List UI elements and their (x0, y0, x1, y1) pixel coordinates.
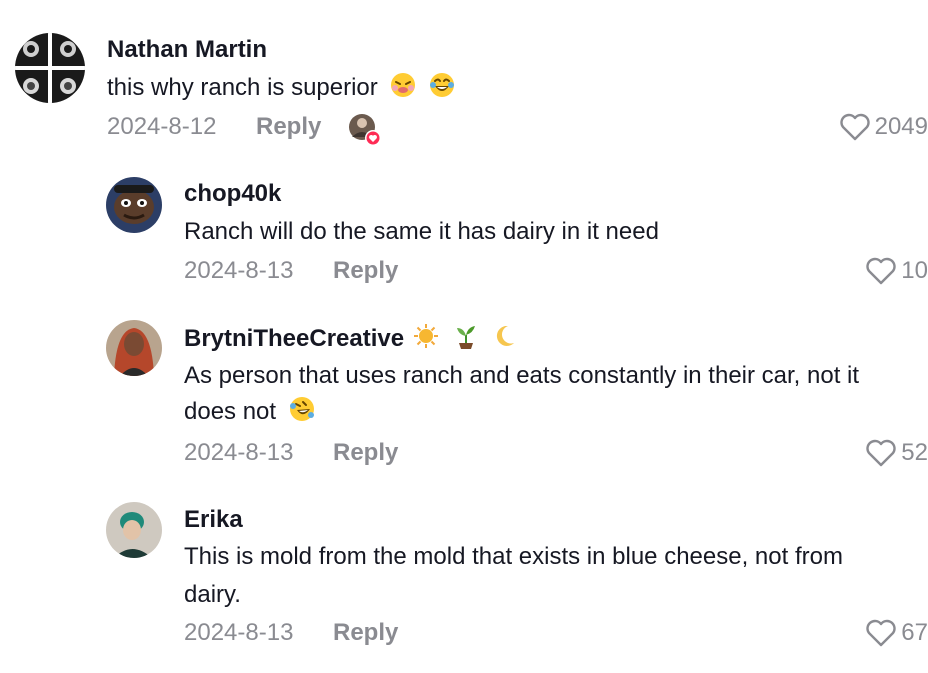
comment-date: 2024-8-12 (107, 113, 217, 140)
avatar[interactable] (106, 502, 162, 558)
like-count: 52 (901, 439, 928, 466)
heart-icon (865, 439, 897, 467)
heart-icon (865, 257, 897, 285)
avatar[interactable] (106, 177, 162, 233)
tired-face-emoji (390, 72, 416, 109)
like-button[interactable]: 2049 (839, 112, 928, 142)
comment-text-body: this why ranch is superior (107, 74, 378, 101)
username[interactable]: Erika (184, 505, 243, 535)
heart-icon (839, 113, 871, 141)
avatar[interactable] (15, 33, 85, 103)
like-button[interactable]: 52 (865, 438, 928, 468)
username[interactable]: Nathan Martin (107, 35, 267, 65)
comment-text-line: dairy. (184, 581, 241, 608)
username[interactable]: chop40k (184, 179, 281, 209)
comment-text: This is mold from the mold that exists i… (184, 538, 928, 614)
comment-text: this why ranch is superior (107, 70, 455, 109)
like-count: 2049 (874, 113, 928, 140)
comment-date: 2024-8-13 (184, 439, 294, 466)
sun-emoji (413, 323, 439, 357)
avatar[interactable] (106, 320, 162, 376)
heart-icon (865, 619, 897, 647)
crescent-moon-emoji (494, 323, 520, 357)
comment-text-line: As person that uses ranch and eats const… (184, 362, 860, 389)
reply-button[interactable]: Reply (333, 438, 398, 468)
like-count: 10 (901, 257, 928, 284)
like-button[interactable]: 10 (865, 256, 928, 286)
comment-date: 2024-8-13 (184, 257, 294, 284)
laughing-emoji (429, 72, 455, 109)
like-count: 67 (901, 619, 928, 646)
reply-button[interactable]: Reply (333, 256, 398, 286)
comment-text: Ranch will do the same it has dairy in i… (184, 218, 659, 245)
comment-text-line: This is mold from the mold that exists i… (184, 543, 843, 570)
seedling-emoji (453, 323, 479, 357)
rofl-emoji (289, 396, 315, 433)
creator-liked-badge (348, 113, 382, 147)
comment-text-line: does not (184, 394, 928, 433)
comment-text-body: does not (184, 398, 277, 425)
like-button[interactable]: 67 (865, 618, 928, 648)
username[interactable]: BrytniTheeCreative (184, 323, 520, 357)
reply-button[interactable]: Reply (256, 112, 321, 142)
reply-button[interactable]: Reply (333, 618, 398, 648)
comment-text: As person that uses ranch and eats const… (184, 358, 928, 433)
username-text: BrytniTheeCreative (184, 325, 405, 352)
comment-date: 2024-8-13 (184, 619, 294, 646)
